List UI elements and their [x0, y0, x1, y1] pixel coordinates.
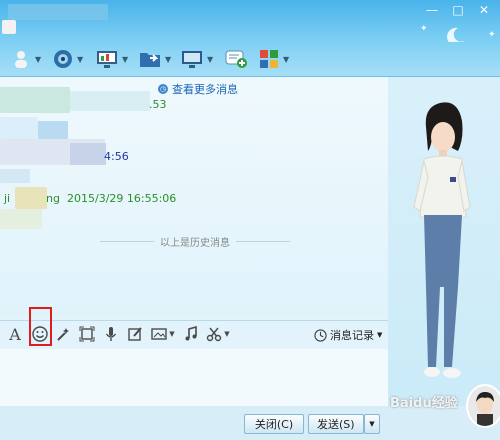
chevron-down-icon[interactable]: ▼ [224, 330, 229, 338]
video-call-icon [54, 50, 72, 68]
user-avatar[interactable] [466, 384, 500, 428]
title-bar: — □ ✕ ✦ ✦ [0, 0, 500, 46]
chevron-down-icon: ▼ [369, 420, 375, 428]
contact-name-blurred [8, 4, 108, 20]
message-input[interactable] [0, 349, 388, 406]
chevron-down-icon[interactable]: ▼ [35, 55, 41, 64]
send-label: 发送(S) [317, 418, 355, 431]
message-sender: ji [4, 192, 11, 205]
message-history-label: 消息记录 [330, 329, 374, 342]
chat-message-area[interactable]: ◷ 查看更多消息 .53 4:56 ji ng 2015/3/29 16:55:… [0, 77, 388, 317]
close-window-button[interactable]: ✕ [474, 2, 494, 18]
music-icon[interactable] [182, 325, 200, 343]
blurred-message [38, 121, 68, 139]
edit-image-icon[interactable] [126, 325, 144, 343]
toolbar-apps-button[interactable]: ▼ [258, 48, 289, 70]
blurred-message [0, 169, 30, 183]
character-avatar-figure [413, 102, 471, 378]
chevron-down-icon[interactable]: ▼ [207, 55, 213, 64]
star-decoration-icon: ✦ [420, 24, 428, 34]
history-divider-label: 以上是历史消息 [160, 238, 230, 249]
chevron-down-icon[interactable]: ▼ [122, 55, 128, 64]
baidu-watermark: Baidu经验 [390, 396, 458, 411]
message-time: .53 [149, 98, 167, 111]
minimize-button[interactable]: — [422, 2, 442, 18]
toolbar-remote-button[interactable]: ▼ [95, 48, 128, 70]
close-button[interactable]: 关闭(C) [244, 414, 304, 434]
blurred-message [0, 117, 38, 139]
file-transfer-icon [140, 53, 160, 67]
chevron-down-icon[interactable]: ▼ [283, 55, 289, 64]
maximize-button[interactable]: □ [448, 2, 468, 18]
app-grid-icon [260, 50, 278, 68]
create-group-icon [225, 50, 247, 68]
view-more-messages-link[interactable]: ◷ 查看更多消息 [158, 81, 238, 97]
chat-toolbar: ▼ ▼ ▼ ▼ ▼ ▼ [0, 42, 500, 77]
blurred-message [0, 209, 42, 229]
clock-icon [314, 328, 327, 342]
send-button[interactable]: 发送(S) [308, 414, 364, 434]
font-icon[interactable]: A [6, 325, 24, 344]
screenshot-icon[interactable] [78, 325, 96, 343]
scissors-icon[interactable]: ▼ [205, 325, 231, 343]
message-sender-name: ng [46, 192, 60, 205]
history-divider: 以上是历史消息 [100, 234, 290, 249]
clock-icon: ◷ [158, 84, 168, 94]
message-history-button[interactable]: 消息记录 ▼ [314, 327, 382, 343]
contact-avatar[interactable] [2, 20, 16, 34]
screen-share-icon [182, 51, 202, 68]
chevron-down-icon[interactable]: ▼ [77, 55, 83, 64]
view-more-messages-label: 查看更多消息 [172, 83, 238, 96]
toolbar-file-button[interactable]: ▼ [138, 48, 171, 70]
divider-line [236, 241, 290, 242]
toolbar-user-button[interactable]: ▼ [10, 48, 41, 70]
image-icon[interactable]: ▼ [150, 325, 176, 343]
toolbar-group-button[interactable] [224, 48, 248, 70]
blurred-sender [0, 87, 70, 113]
emoji-highlight-box [29, 307, 52, 346]
remote-desktop-icon [97, 51, 117, 68]
chevron-down-icon: ▼ [377, 331, 383, 339]
message-timestamp: 2015/3/29 16:55:06 [67, 192, 177, 205]
input-toolbar: A ▼ ▼ 消息记录 ▼ [0, 320, 388, 349]
star-decoration-icon: ✦ [488, 30, 496, 40]
blurred-sender [15, 187, 47, 209]
message-time: 4:56 [104, 150, 129, 163]
chevron-down-icon[interactable]: ▼ [169, 330, 174, 338]
blurred-sender [70, 91, 150, 111]
bottom-bar: 关闭(C) 发送(S) ▼ [0, 406, 500, 440]
chevron-down-icon[interactable]: ▼ [165, 55, 171, 64]
user-icon [15, 51, 27, 68]
toolbar-video-button[interactable]: ▼ [52, 48, 83, 70]
magic-icon[interactable] [54, 325, 72, 343]
window-controls: — □ ✕ [422, 2, 494, 18]
voice-icon[interactable] [102, 325, 120, 343]
send-options-button[interactable]: ▼ [364, 414, 380, 434]
divider-line [100, 241, 154, 242]
toolbar-screen-share-button[interactable]: ▼ [180, 48, 213, 70]
blurred-sender [70, 143, 106, 165]
